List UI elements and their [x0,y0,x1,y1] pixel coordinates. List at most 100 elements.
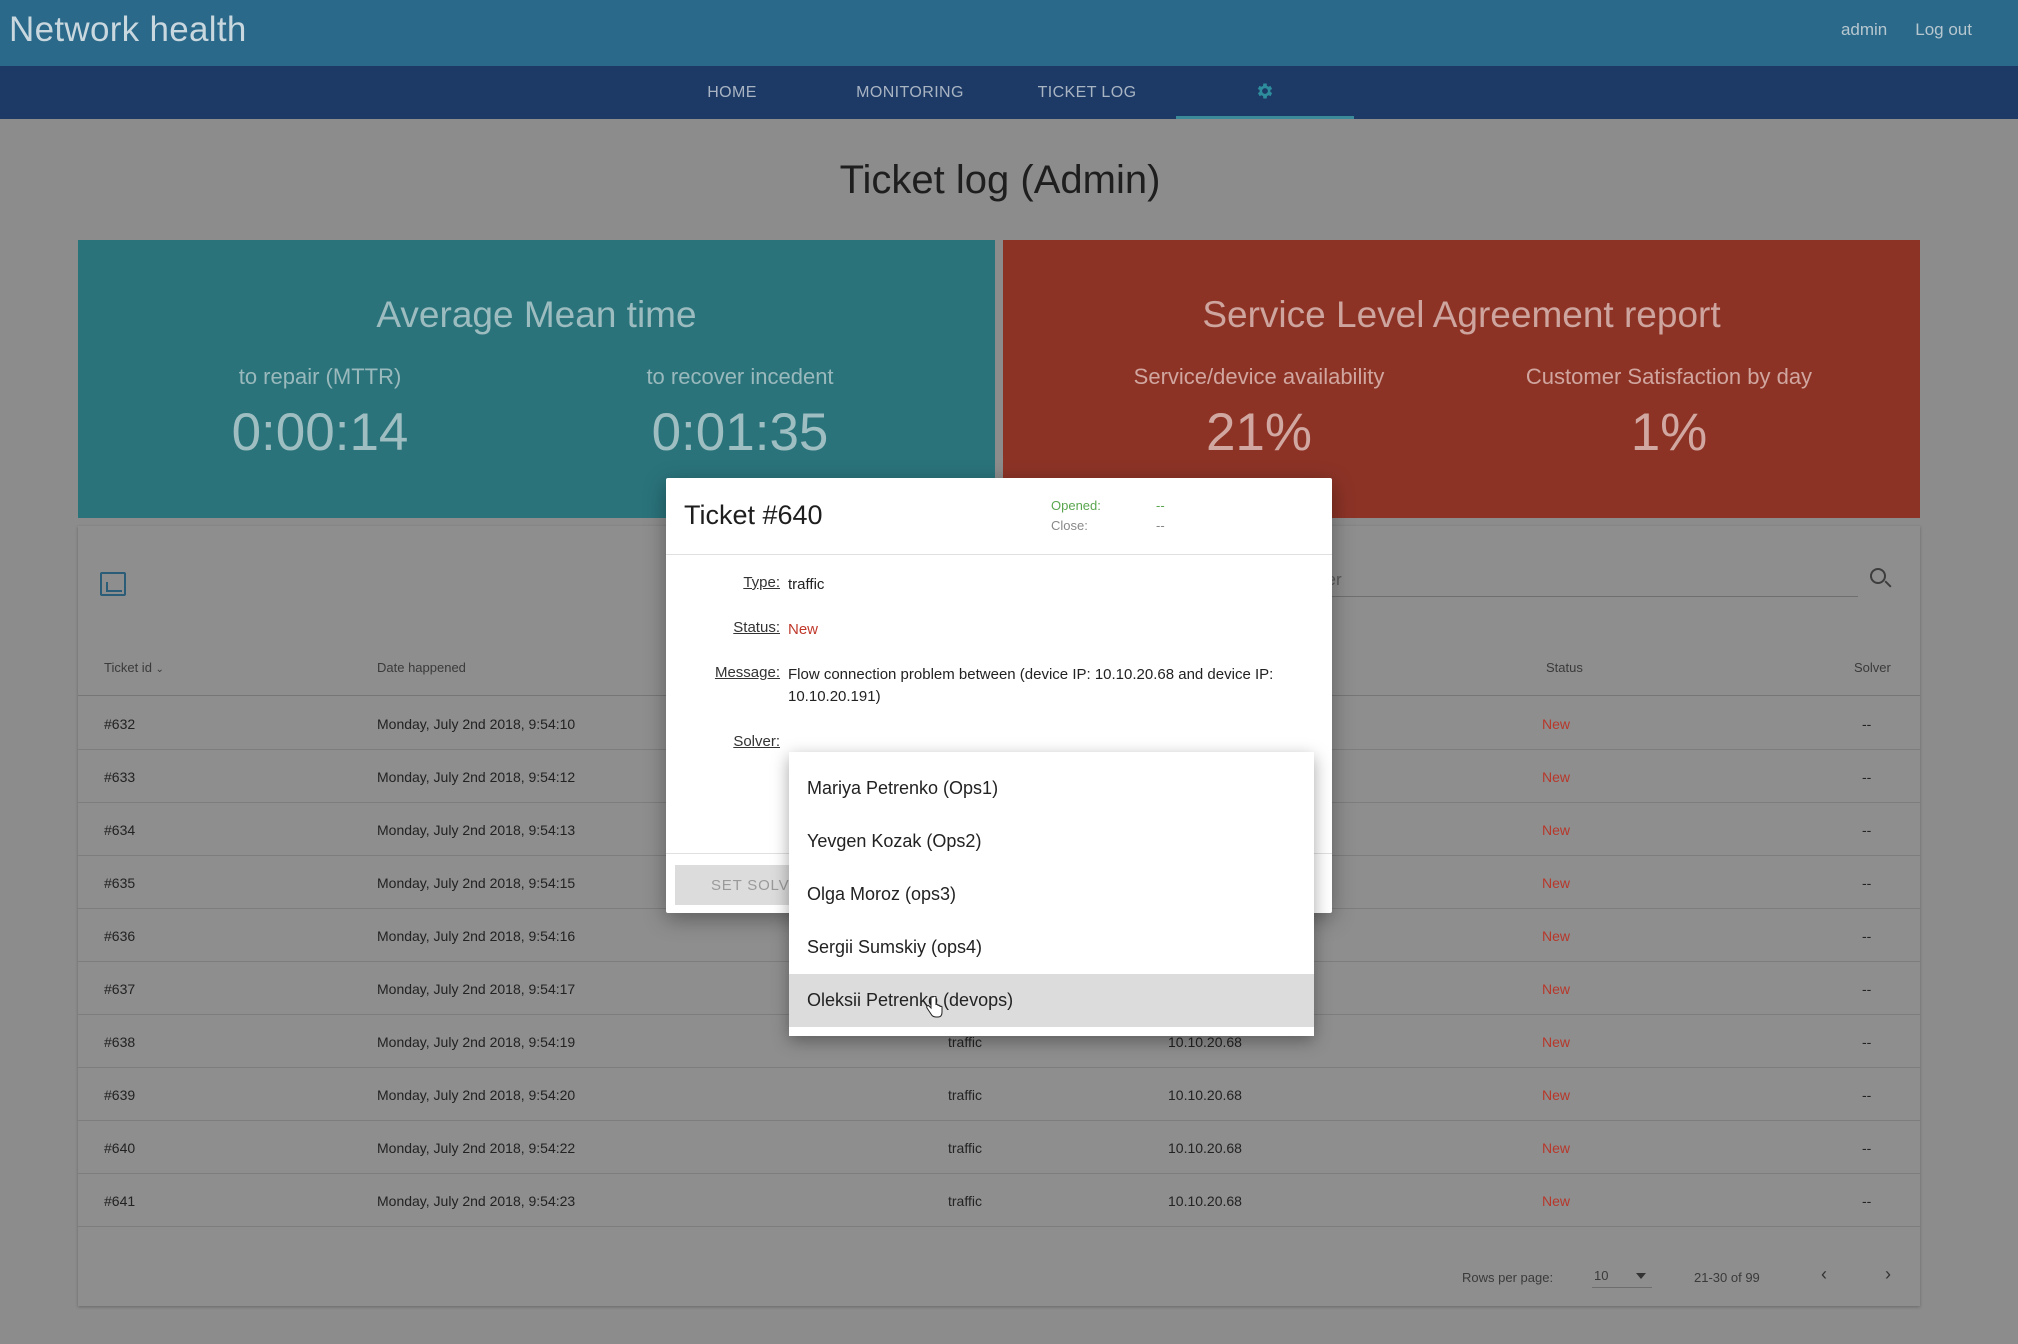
hand-cursor-icon [926,996,943,1018]
satisfaction-metric: Customer Satisfaction by day 1% [1459,364,1879,463]
modal-title: Ticket #640 [684,500,823,530]
cell-date: Monday, July 2nd 2018, 9:54:23 [377,1193,576,1209]
solver-option[interactable]: Oleksii Petrenko (devops) [789,974,1314,1027]
cell-date: Monday, July 2nd 2018, 9:54:13 [377,822,576,838]
col-label: Ticket id [104,660,152,675]
cell-solver: -- [1862,1034,1872,1050]
cell-type: traffic [948,1140,982,1156]
solver-option[interactable]: Olga Moroz (ops3) [789,868,1314,921]
table-row[interactable]: #640 Monday, July 2nd 2018, 9:54:22 traffi… [78,1121,1920,1174]
rows-per-page-value: 10 [1594,1268,1609,1283]
opened-value: -- [1156,498,1165,513]
cell-date: Monday, July 2nd 2018, 9:54:12 [377,769,576,785]
cell-status: New [1542,928,1571,944]
app-title: Network health [9,10,247,49]
cell-date: Monday, July 2nd 2018, 9:54:22 [377,1140,576,1156]
cell-solver: -- [1862,981,1872,997]
col-ticket-id[interactable]: Ticket id ⌄ [104,660,164,675]
recover-metric: to recover incedent 0:01:35 [530,364,950,463]
cell-ticket-id: #641 [104,1193,136,1209]
solver-label: Solver: [733,733,780,750]
opened-label: Opened: [1051,498,1101,513]
cell-ticket-id: #639 [104,1087,136,1103]
cell-date: Monday, July 2nd 2018, 9:54:10 [377,716,576,732]
metric-value: 0:01:35 [651,403,829,462]
tab-home[interactable]: HOME [643,66,821,119]
type-label: Type: [743,574,780,591]
cell-ticket-id: #637 [104,981,136,997]
cell-status: New [1542,822,1571,838]
status-label: Status: [733,619,780,636]
col-solver[interactable]: Solver [1854,660,1891,675]
solver-dropdown[interactable]: Mariya Petrenko (Ops1) Yevgen Kozak (Ops… [789,752,1314,1036]
rows-per-page-select[interactable]: 10 [1592,1266,1652,1288]
page-title: Ticket log (Admin) [839,158,1161,202]
modal-header: Ticket #640 Opened: -- Close: -- [666,478,1332,555]
message-value: Flow connection problem between (device … [788,666,1274,705]
cell-status: New [1542,769,1571,785]
cell-solver: -- [1862,1193,1872,1209]
close-label: Close: [1051,518,1088,533]
header-links: admin Log out [1841,20,1972,40]
cell-ticket-id: #636 [104,928,136,944]
sla-card: Service Level Agreement report Service/d… [1003,240,1920,518]
table-row[interactable]: #639 Monday, July 2nd 2018, 9:54:20 traffi… [78,1068,1920,1121]
cell-type: traffic [948,1087,982,1103]
tab-settings[interactable] [1176,66,1354,119]
cell-solver: -- [1862,822,1872,838]
cell-solver: -- [1862,875,1872,891]
card-title: Average Mean time [376,294,697,335]
col-status[interactable]: Status [1546,660,1583,675]
mttr-metric: to repair (MTTR) 0:00:14 [110,364,530,463]
prev-page-icon[interactable]: ‹ [1821,1264,1827,1285]
dropdown-caret-icon [1636,1273,1646,1279]
table-row[interactable]: #641 Monday, July 2nd 2018, 9:54:23 traffi… [78,1174,1920,1227]
next-page-icon[interactable]: › [1885,1264,1891,1285]
cell-status: New [1542,716,1571,732]
cell-solver: -- [1862,769,1872,785]
availability-metric: Service/device availability 21% [1049,364,1469,463]
message-label: Message: [714,664,780,681]
app-header: Network health admin Log out [0,0,2018,66]
cell-ip: 10.10.20.68 [1168,1140,1242,1156]
card-title: Service Level Agreement report [1202,294,1721,335]
cell-ticket-id: #640 [104,1140,136,1156]
cell-date: Monday, July 2nd 2018, 9:54:19 [377,1034,576,1050]
cell-solver: -- [1862,1140,1872,1156]
image-icon[interactable] [100,572,126,596]
cell-type: traffic [948,1034,982,1050]
cell-ticket-id: #638 [104,1034,136,1050]
cell-solver: -- [1862,716,1872,732]
table-footer: Rows per page: 10 21-30 of 99 ‹ › [78,1248,1920,1306]
tab-ticket-log[interactable]: TICKET LOG [998,66,1176,119]
gear-icon [1257,83,1273,99]
solver-option[interactable]: Sergii Sumskiy (ops4) [789,921,1314,974]
col-date[interactable]: Date happened [377,660,466,675]
cell-ip: 10.10.20.68 [1168,1034,1242,1050]
cell-status: New [1542,1034,1571,1050]
main-nav: HOME MONITORING TICKET LOG [0,66,2018,119]
solver-option[interactable]: Yevgen Kozak (Ops2) [789,815,1314,868]
solver-option[interactable]: Mariya Petrenko (Ops1) [789,762,1314,815]
close-value: -- [1156,518,1165,533]
cell-ip: 10.10.20.68 [1168,1087,1242,1103]
cell-solver: -- [1862,928,1872,944]
metric-value: 1% [1630,403,1708,462]
logout-link[interactable]: Log out [1915,20,1972,40]
metric-label: Customer Satisfaction by day [1525,364,1813,389]
cell-ticket-id: #633 [104,769,136,785]
search-icon[interactable] [1870,568,1886,584]
metric-value: 0:00:14 [231,403,409,462]
cell-ticket-id: #632 [104,716,136,732]
cell-type: traffic [948,1193,982,1209]
page-range: 21-30 of 99 [1694,1270,1760,1285]
tab-monitoring[interactable]: MONITORING [821,66,999,119]
status-value: New [788,621,819,638]
mean-time-card: Average Mean time to repair (MTTR) 0:00:… [78,240,995,518]
filter-underline [1318,596,1858,597]
cell-date: Monday, July 2nd 2018, 9:54:16 [377,928,576,944]
cell-status: New [1542,1087,1571,1103]
cell-date: Monday, July 2nd 2018, 9:54:15 [377,875,576,891]
user-link[interactable]: admin [1841,20,1887,40]
metric-label: to repair (MTTR) [238,364,402,389]
